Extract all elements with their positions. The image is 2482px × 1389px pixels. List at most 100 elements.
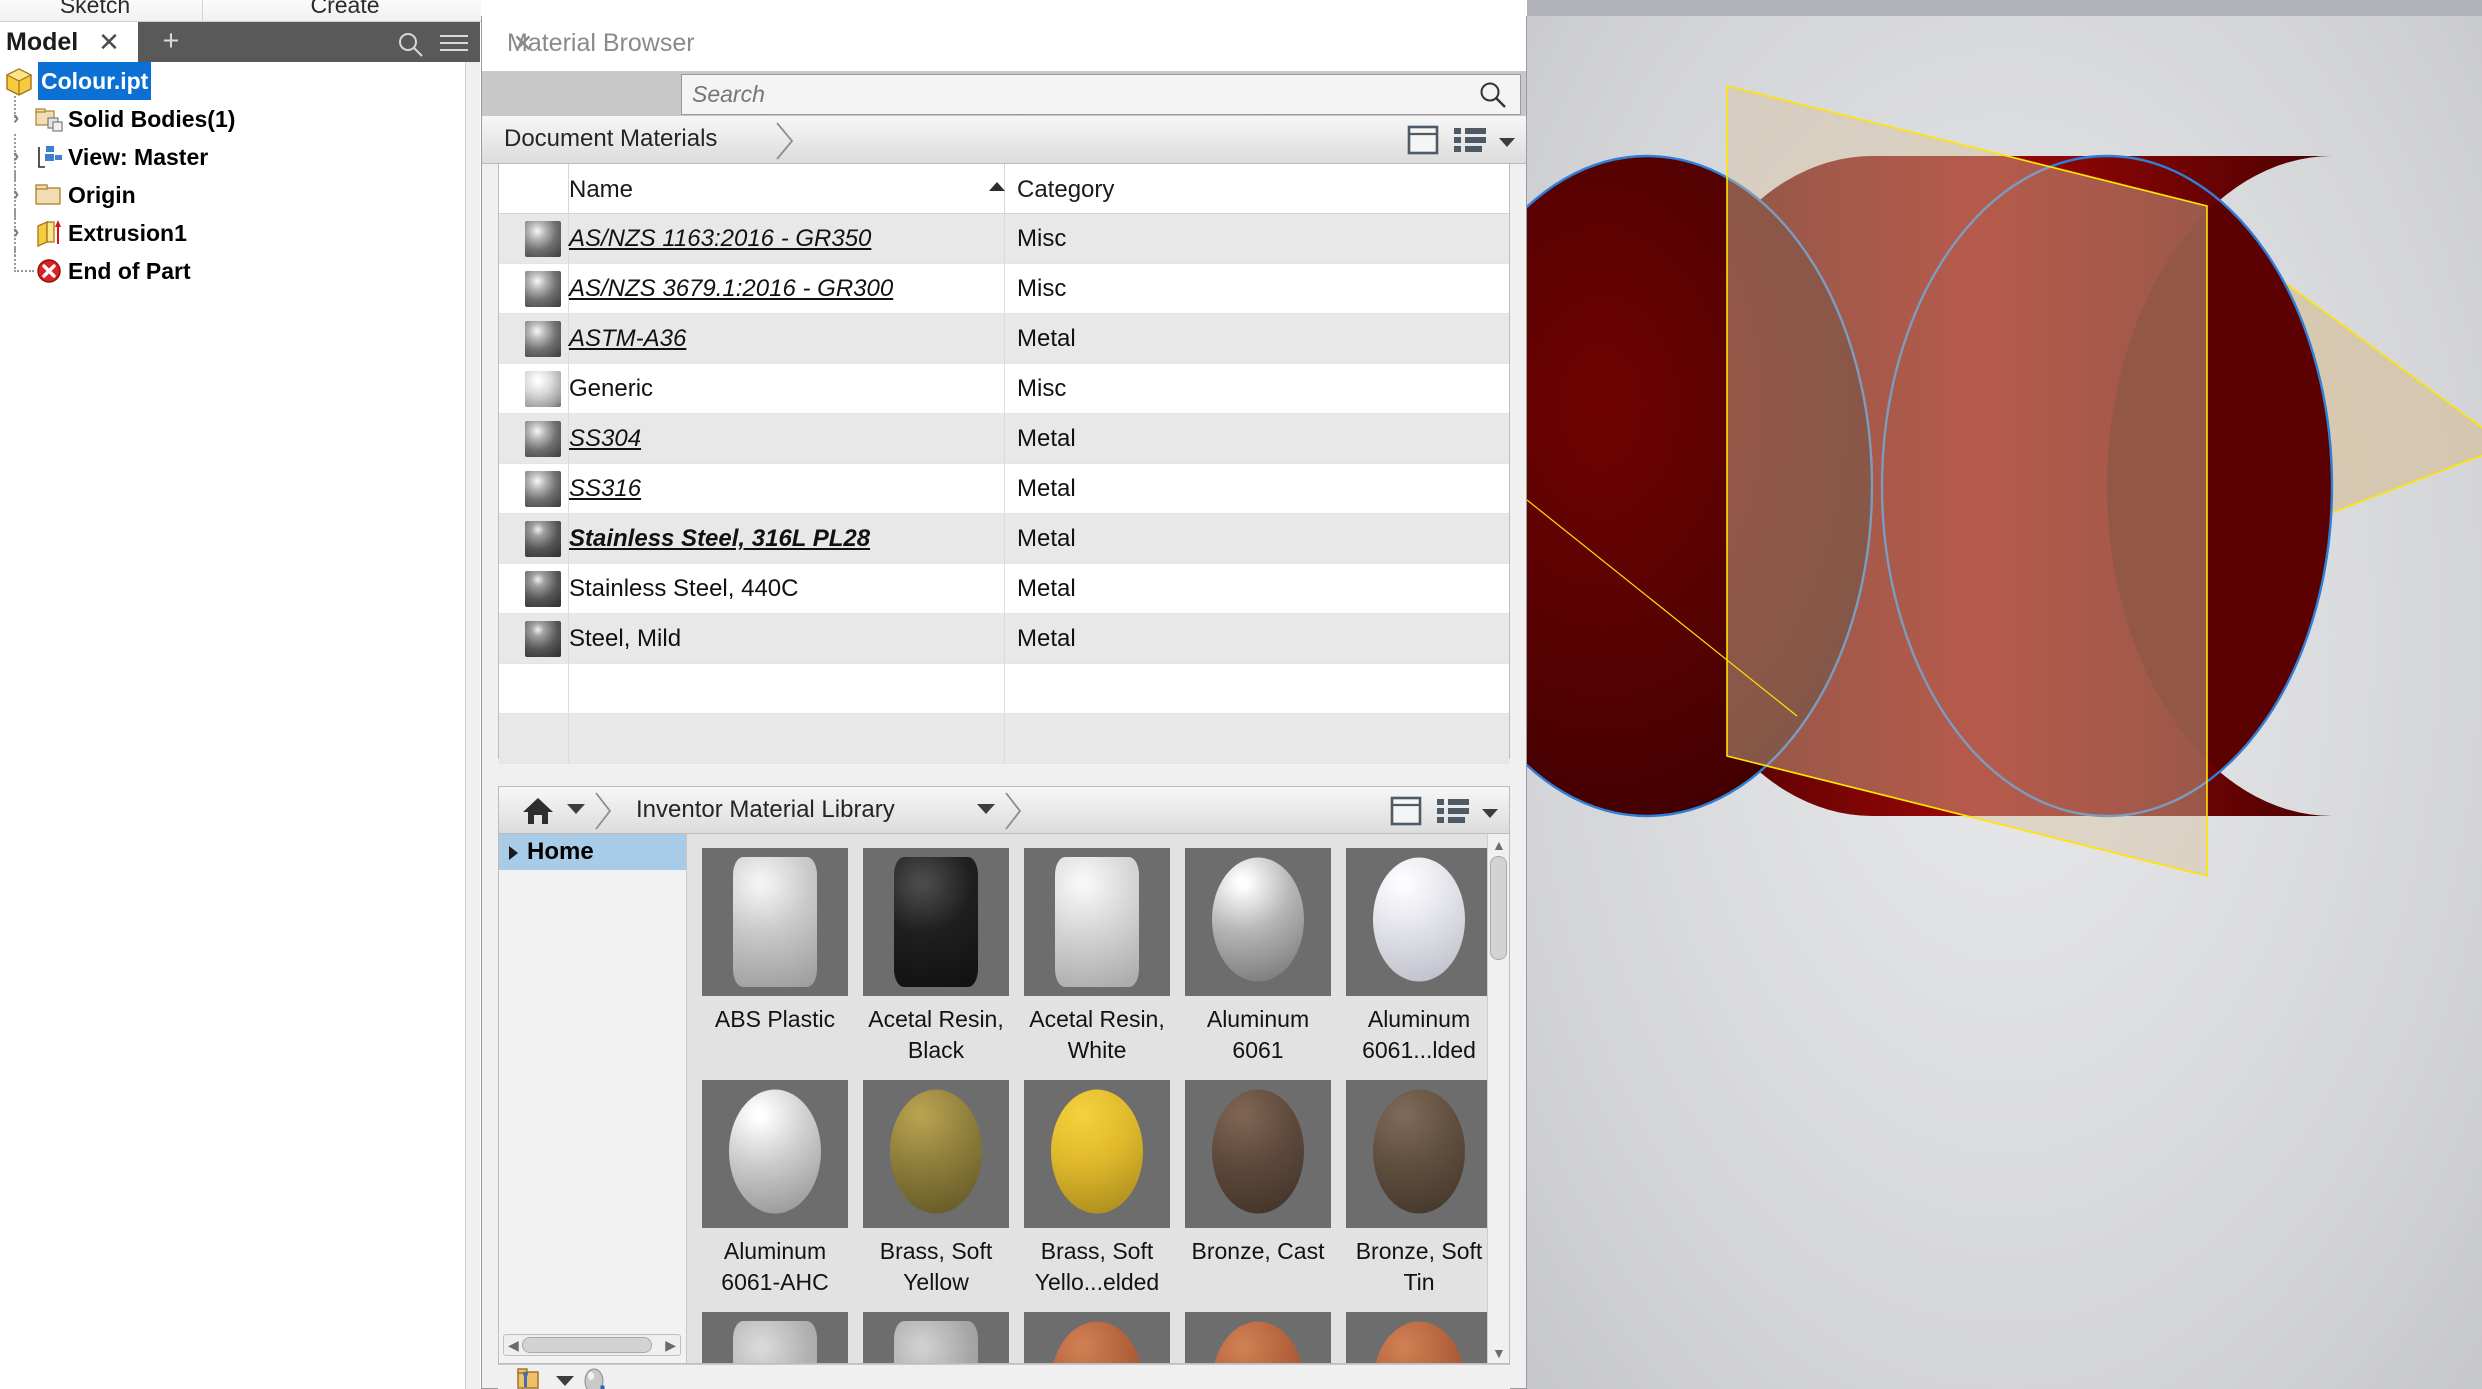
material-browser-footer — [498, 1364, 1510, 1389]
column-header-category[interactable]: Category — [1017, 176, 1114, 204]
library-view-controls — [1389, 795, 1499, 827]
chevron-down-icon[interactable] — [556, 1376, 574, 1386]
chevron-down-icon[interactable] — [1481, 806, 1499, 824]
expander-icon[interactable]: › — [6, 214, 26, 252]
close-icon[interactable]: ✕ — [507, 29, 539, 61]
library-vscrollbar[interactable]: ▲ ▼ — [1487, 834, 1509, 1363]
tree-item-colour-ipt[interactable]: Colour.ipt — [0, 62, 465, 100]
home-dropdown-chevron-down-icon[interactable] — [567, 804, 585, 814]
column-header-name[interactable]: Name — [569, 176, 633, 204]
library-swatch[interactable]: Bronze, Cast — [1185, 1080, 1331, 1267]
table-row[interactable]: Generic Misc — [499, 364, 1509, 414]
search-icon[interactable] — [396, 30, 424, 58]
table-row[interactable] — [499, 664, 1509, 714]
table-row[interactable]: AS/NZS 3679.1:2016 - GR300 Misc — [499, 264, 1509, 314]
library-tree-item-home[interactable]: Home — [499, 834, 686, 870]
column-divider — [568, 714, 569, 764]
cylinder-preview-icon — [894, 857, 978, 987]
scrollbar-thumb[interactable] — [1490, 856, 1507, 960]
hamburger-menu-icon[interactable] — [440, 35, 468, 53]
material-name[interactable]: AS/NZS 1163:2016 - GR350 — [569, 225, 871, 253]
tab-model[interactable]: Model ✕ — [0, 22, 138, 62]
expander-icon[interactable]: › — [6, 100, 26, 138]
work-plane-vertical[interactable] — [1726, 84, 2208, 878]
add-tab-icon[interactable]: + — [156, 27, 186, 56]
new-material-icon[interactable] — [580, 1367, 612, 1389]
sphere-preview-icon — [1212, 1089, 1304, 1214]
sphere-preview-icon — [1373, 857, 1465, 982]
material-name[interactable]: Steel, Mild — [569, 625, 681, 653]
library-swatch-label-line2: White — [1067, 1037, 1127, 1063]
library-swatch[interactable] — [1185, 1312, 1331, 1363]
viewport-scene — [1527, 84, 2482, 878]
library-swatch[interactable]: Bronze, Soft Tin — [1346, 1080, 1487, 1298]
library-swatch[interactable]: Aluminum 6061 — [1185, 848, 1331, 1066]
breadcrumb-document-materials[interactable]: Document Materials — [504, 125, 717, 153]
library-swatch[interactable]: Aluminum 6061-AHC — [702, 1080, 848, 1298]
scroll-right-icon[interactable]: ▶ — [665, 1338, 676, 1352]
material-name[interactable]: ASTM-A36 — [569, 325, 686, 353]
tree-item-origin[interactable]: › Origin — [0, 172, 465, 218]
library-swatch[interactable]: Acetal Resin, Black — [863, 848, 1009, 1066]
expander-icon[interactable]: › — [6, 138, 26, 176]
table-row[interactable] — [499, 714, 1509, 764]
material-name[interactable]: Stainless Steel, 440C — [569, 575, 798, 603]
close-icon[interactable]: ✕ — [96, 29, 122, 56]
ribbon-panel-create[interactable]: Create — [245, 0, 445, 21]
material-name[interactable]: SS316 — [569, 475, 641, 503]
search-icon[interactable] — [1478, 80, 1508, 110]
home-icon[interactable] — [521, 794, 555, 828]
triangle-right-icon[interactable] — [509, 846, 518, 860]
library-swatch[interactable]: Aluminum 6061...lded — [1346, 848, 1487, 1066]
ribbon-panel-sketch[interactable]: Sketch — [0, 0, 190, 21]
library-swatch[interactable] — [863, 1312, 1009, 1363]
library-swatch[interactable]: Brass, Soft Yello...elded — [1024, 1080, 1170, 1298]
table-row[interactable]: Steel, Mild Metal — [499, 614, 1509, 664]
library-swatch[interactable]: Brass, Soft Yellow — [863, 1080, 1009, 1298]
material-swatch-icon — [525, 571, 561, 607]
table-row[interactable]: SS304 Metal — [499, 414, 1509, 464]
table-row[interactable]: Stainless Steel, 316L PL28 Metal — [499, 514, 1509, 564]
table-row[interactable]: ASTM-A36 Metal — [499, 314, 1509, 364]
table-row[interactable]: SS316 Metal — [499, 464, 1509, 514]
table-row[interactable]: AS/NZS 1163:2016 - GR350 Misc — [499, 214, 1509, 264]
scrollbar-thumb[interactable] — [522, 1337, 652, 1353]
library-swatch-preview — [863, 848, 1009, 996]
panel-view-icon[interactable] — [1406, 124, 1440, 161]
scroll-left-icon[interactable]: ◀ — [508, 1338, 519, 1352]
list-view-icon[interactable] — [1453, 124, 1487, 161]
tree-item-end-of-part[interactable]: End of Part — [0, 248, 465, 290]
chevron-right-icon — [772, 120, 800, 160]
library-swatch[interactable] — [702, 1312, 848, 1363]
sort-ascending-icon[interactable] — [989, 182, 1005, 191]
tree-item-view-master[interactable]: › View: Master — [0, 134, 465, 180]
library-swatch[interactable]: ABS Plastic — [702, 848, 848, 1035]
library-swatch-label-line2: Yello...elded — [1034, 1269, 1160, 1295]
material-name[interactable]: Generic — [569, 375, 653, 403]
tree-item-solid-bodies[interactable]: › Solid Bodies(1) — [0, 96, 465, 138]
library-dropdown-chevron-down-icon[interactable] — [977, 804, 995, 814]
chevron-down-icon[interactable] — [1498, 135, 1516, 153]
tree-item-extrusion1[interactable]: › Extrusion1 — [0, 210, 465, 256]
material-category: Metal — [1017, 425, 1076, 452]
panel-view-icon[interactable] — [1389, 795, 1423, 832]
scroll-down-icon[interactable]: ▼ — [1492, 1345, 1506, 1361]
library-name-label[interactable]: Inventor Material Library — [636, 796, 895, 824]
library-swatch[interactable]: Acetal Resin, White — [1024, 848, 1170, 1066]
material-name[interactable]: Stainless Steel, 316L PL28 — [569, 525, 870, 553]
scroll-up-icon[interactable]: ▲ — [1492, 837, 1506, 853]
list-view-icon[interactable] — [1436, 795, 1470, 832]
expander-icon[interactable]: › — [6, 176, 26, 214]
library-swatch[interactable] — [1346, 1312, 1487, 1363]
library-swatch[interactable] — [1024, 1312, 1170, 1363]
sphere-preview-icon — [1051, 1089, 1143, 1214]
material-name[interactable]: AS/NZS 3679.1:2016 - GR300 — [569, 275, 893, 303]
model-browser-tabbar: Model ✕ + — [0, 22, 480, 62]
chevron-right-icon — [1001, 790, 1027, 832]
manage-library-icon[interactable] — [516, 1367, 550, 1389]
model-viewport[interactable] — [1527, 16, 2482, 1389]
table-row[interactable]: Stainless Steel, 440C Metal — [499, 564, 1509, 614]
library-tree-hscrollbar[interactable]: ◀ ▶ — [503, 1334, 681, 1356]
material-name[interactable]: SS304 — [569, 425, 641, 453]
search-input[interactable] — [681, 74, 1521, 115]
